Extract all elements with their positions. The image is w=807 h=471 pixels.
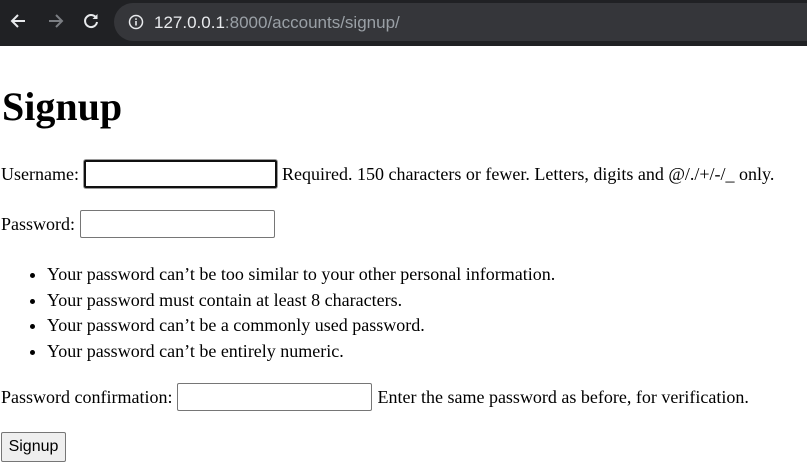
url-host: 127.0.0.1 [154,13,225,32]
password-input[interactable] [80,210,276,238]
password-rule: Your password can’t be entirely numeric. [47,339,555,365]
back-arrow-icon [10,14,25,28]
url-path: :8000/accounts/signup/ [224,13,400,32]
username-row: Username: Required. 150 characters or fe… [1,160,774,188]
password-rule: Your password must contain at least 8 ch… [47,288,555,314]
password-label: Password: [1,214,76,234]
url-text: 127.0.0.1:8000/accounts/signup/ [154,13,400,33]
confirm-row: Password confirmation: Enter the same pa… [1,383,749,411]
reload-button[interactable] [79,9,103,33]
forward-arrow-icon [49,14,64,28]
confirm-help-text: Enter the same password as before, for v… [377,387,749,407]
password-rule: Your password can’t be a commonly used p… [47,313,555,339]
username-help-text: Required. 150 characters or fewer. Lette… [281,164,775,184]
page-title: Signup [2,84,123,129]
forward-button[interactable] [44,9,68,33]
username-label: Username: [1,164,79,184]
confirm-label: Password confirmation: [1,387,173,407]
site-info-icon[interactable] [128,14,144,30]
address-bar[interactable]: 127.0.0.1:8000/accounts/signup/ [114,3,807,41]
password-rule: Your password can’t be too similar to yo… [47,262,555,288]
reload-icon [84,14,98,29]
password-row: Password: [1,210,276,238]
password-confirmation-input[interactable] [177,383,373,411]
browser-toolbar: 127.0.0.1:8000/accounts/signup/ [0,0,807,46]
signup-button[interactable]: Signup [1,432,66,462]
password-rules-list: Your password can’t be too similar to yo… [0,262,555,364]
back-button[interactable] [6,9,30,33]
username-input[interactable] [83,160,277,188]
